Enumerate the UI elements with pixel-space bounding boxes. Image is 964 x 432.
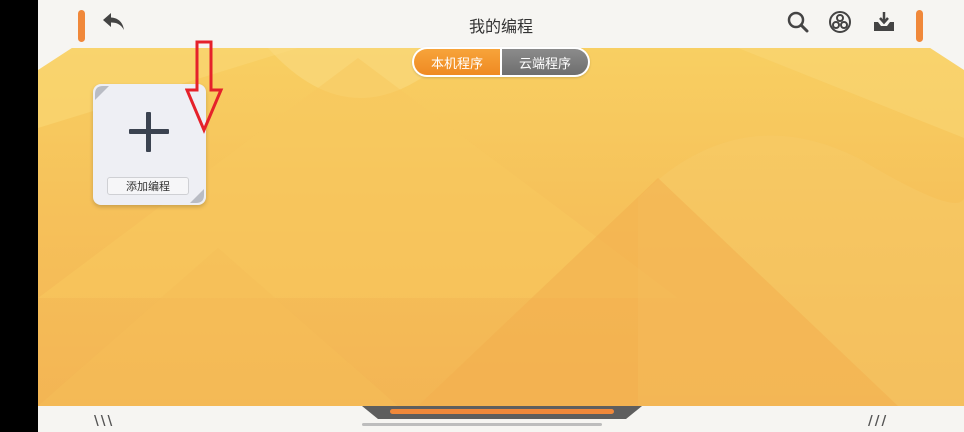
- search-button[interactable]: [784, 8, 812, 36]
- right-decor-slashes: ///: [868, 414, 889, 429]
- top-bar: 我的编程: [38, 0, 964, 48]
- bottom-dock: [362, 406, 642, 419]
- community-button[interactable]: [826, 8, 854, 36]
- app-screen: 我的编程 本机程序 云端程序 添加编程 \\\ ///: [38, 0, 964, 432]
- home-indicator: [362, 423, 602, 426]
- right-accent-pill: [916, 10, 923, 42]
- plus-icon: [129, 112, 169, 152]
- add-program-label: 添加编程: [107, 177, 189, 195]
- download-icon: [874, 12, 894, 31]
- tab-cloud-programs[interactable]: 云端程序: [502, 49, 588, 75]
- search-icon: [787, 11, 809, 33]
- corner-fold-icon: [95, 86, 109, 100]
- red-down-arrow-icon: [185, 40, 224, 134]
- community-icon: [829, 11, 851, 33]
- download-button[interactable]: [870, 8, 898, 36]
- tab-local-programs[interactable]: 本机程序: [414, 49, 500, 75]
- left-decor-slashes: \\\: [94, 414, 115, 429]
- source-tabs: 本机程序 云端程序: [412, 47, 590, 77]
